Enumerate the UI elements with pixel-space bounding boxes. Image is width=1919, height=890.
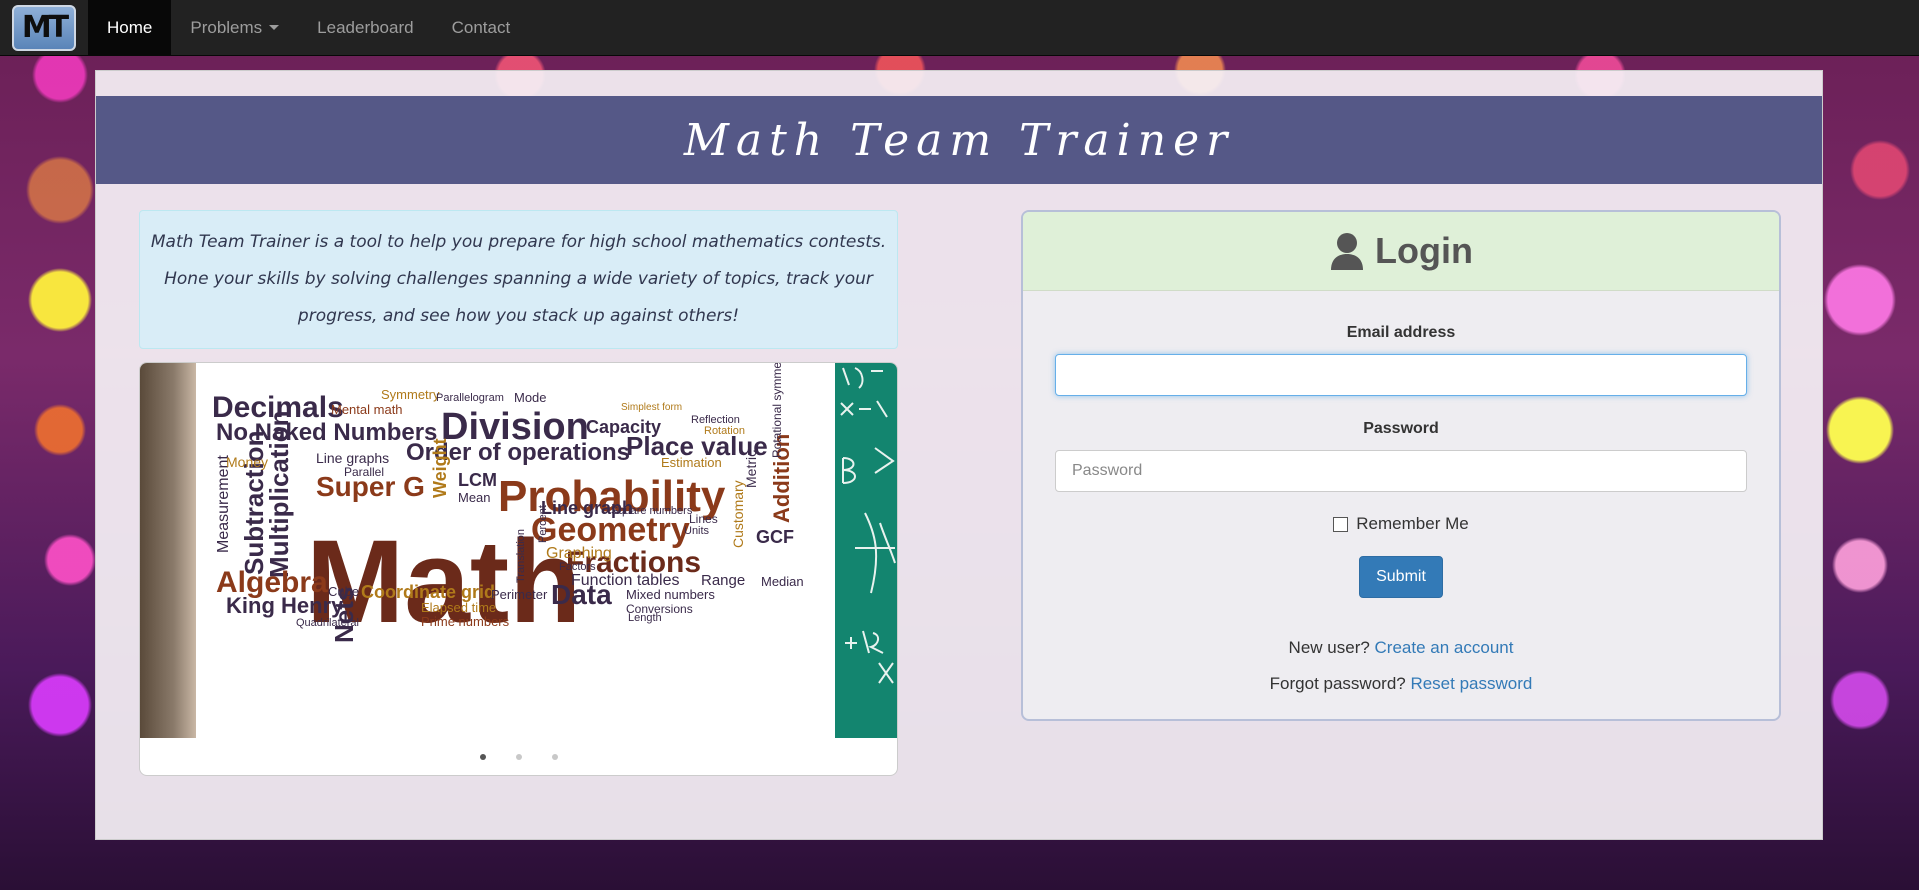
chalkboard-image [840,367,896,684]
intro-text: Math Team Trainer is a tool to help you … [150,232,887,326]
wordcloud-word: Units [684,525,710,537]
wordcloud-word: Range [701,572,746,589]
wordcloud-word: Estimation [661,455,722,470]
nav-contact-label: Contact [451,17,511,37]
nav-problems-dropdown[interactable]: Problems [171,0,298,55]
create-account-link[interactable]: Create an account [1375,638,1514,657]
wordcloud-word: Parallelogram [436,392,504,404]
email-label: Email address [1346,324,1456,341]
logo[interactable]: MT [12,4,76,51]
wordcloud-word: Customary [730,480,746,548]
new-user-text: New user? [1288,638,1375,657]
wordcloud-word: Mental math [331,402,403,417]
nav-home[interactable]: Home [88,0,172,55]
wordcloud-word: Graphing [546,545,612,562]
login-form: Email address Password Remember Me Submi… [1055,324,1747,694]
main-container: Math Team Trainer Math Team Trainer is a… [95,70,1823,840]
carousel-indicator-3[interactable] [551,754,558,760]
wordcloud-word: Median [761,574,804,589]
login-heading: Login [1329,230,1473,272]
wordcloud-word: Mixed numbers [626,587,715,602]
wordcloud-word: Factors [559,561,596,573]
wordcloud-word: Coordinate grid [361,582,495,602]
wordcloud-word: Symmetry [381,387,440,402]
wordcloud-word: Rotation [704,425,745,437]
wordcloud-word: Elapsed time [421,600,497,615]
wordcloud-word: Capacity [586,417,662,437]
login-panel-heading: Login [1023,212,1779,291]
wordcloud-word: GCF [756,527,794,547]
reset-password-link[interactable]: Reset password [1410,674,1532,693]
nav-contact[interactable]: Contact [433,0,530,55]
carousel-indicator-2[interactable] [515,754,522,760]
nav-leaderboard[interactable]: Leaderboard [298,0,432,55]
wordcloud-word: No Naked Numbers [216,419,438,446]
password-field[interactable] [1055,450,1747,492]
wordcloud-word: Simplest form [621,402,683,413]
wordcloud-word: Percent [537,505,549,543]
logo-text: MT [21,10,69,45]
wordcloud-word: LCM [458,470,497,490]
wordcloud-word: King Henry [226,593,344,618]
wordcloud-word: Perimeter [491,587,548,602]
nav-leaderboard-label: Leaderboard [317,17,414,37]
brand[interactable]: MT [0,0,88,55]
remember-me-row: Remember Me [1055,514,1747,534]
carousel-indicators [140,738,897,775]
top-navbar: MT Home Problems Leaderboard Contact [0,0,1919,56]
login-panel: Login Email address Password Remember Me… [1021,210,1781,721]
wordcloud-word: Parallel [344,465,385,479]
wordcloud-word: Metric [743,449,759,488]
wordcloud-word: Lines [689,512,718,526]
wordcloud-word: Weight [430,438,450,498]
carousel-indicator-1[interactable] [479,754,486,760]
wordcloud-word: Mean [458,490,491,505]
submit-button[interactable]: Submit [1359,556,1443,598]
next-slide-edge [835,363,897,738]
wordcloud-word: Square numbers [611,505,693,517]
wordcloud-word: Money [226,454,269,470]
wordcloud-word: Mode [514,390,547,405]
wordcloud-word: Quadrilateral [296,617,359,629]
new-user-row: New user? Create an account [1055,638,1747,658]
submit-row: Submit [1055,556,1747,598]
wordcloud-word: Cube [328,584,360,599]
login-title: Login [1375,230,1473,271]
image-carousel[interactable]: Math Probability Division Geometry Fractions… [139,362,898,776]
wordcloud-word: Prime numbers [421,614,510,629]
email-field[interactable] [1055,354,1747,396]
caret-down-icon [269,25,280,30]
math-wordcloud-image: Math Probability Division Geometry Fractions… [196,363,835,738]
user-icon [1331,233,1364,270]
site-title: Math Team Trainer [683,114,1235,166]
previous-slide-edge [140,363,196,738]
wordcloud-word: Line graphs [316,450,390,466]
remember-me-label[interactable]: Remember Me [1356,514,1468,534]
password-label: Password [1363,420,1439,437]
wordcloud-word: Geometry [531,511,690,549]
wordcloud-word: Rotational symmetry [770,362,784,458]
wordcloud-word: Translation [515,528,527,583]
wordcloud-word: Length [628,612,662,624]
forgot-password-row: Forgot password? Reset password [1055,674,1747,694]
wordcloud-word: Subtraction [239,430,269,575]
nav-home-label: Home [107,17,153,37]
remember-me-checkbox[interactable] [1333,516,1349,532]
intro-alert: Math Team Trainer is a tool to help you … [139,210,898,349]
forgot-password-text: Forgot password? [1269,674,1411,693]
jumbotron: Math Team Trainer [96,96,1822,184]
nav-problems-label: Problems [190,17,263,37]
